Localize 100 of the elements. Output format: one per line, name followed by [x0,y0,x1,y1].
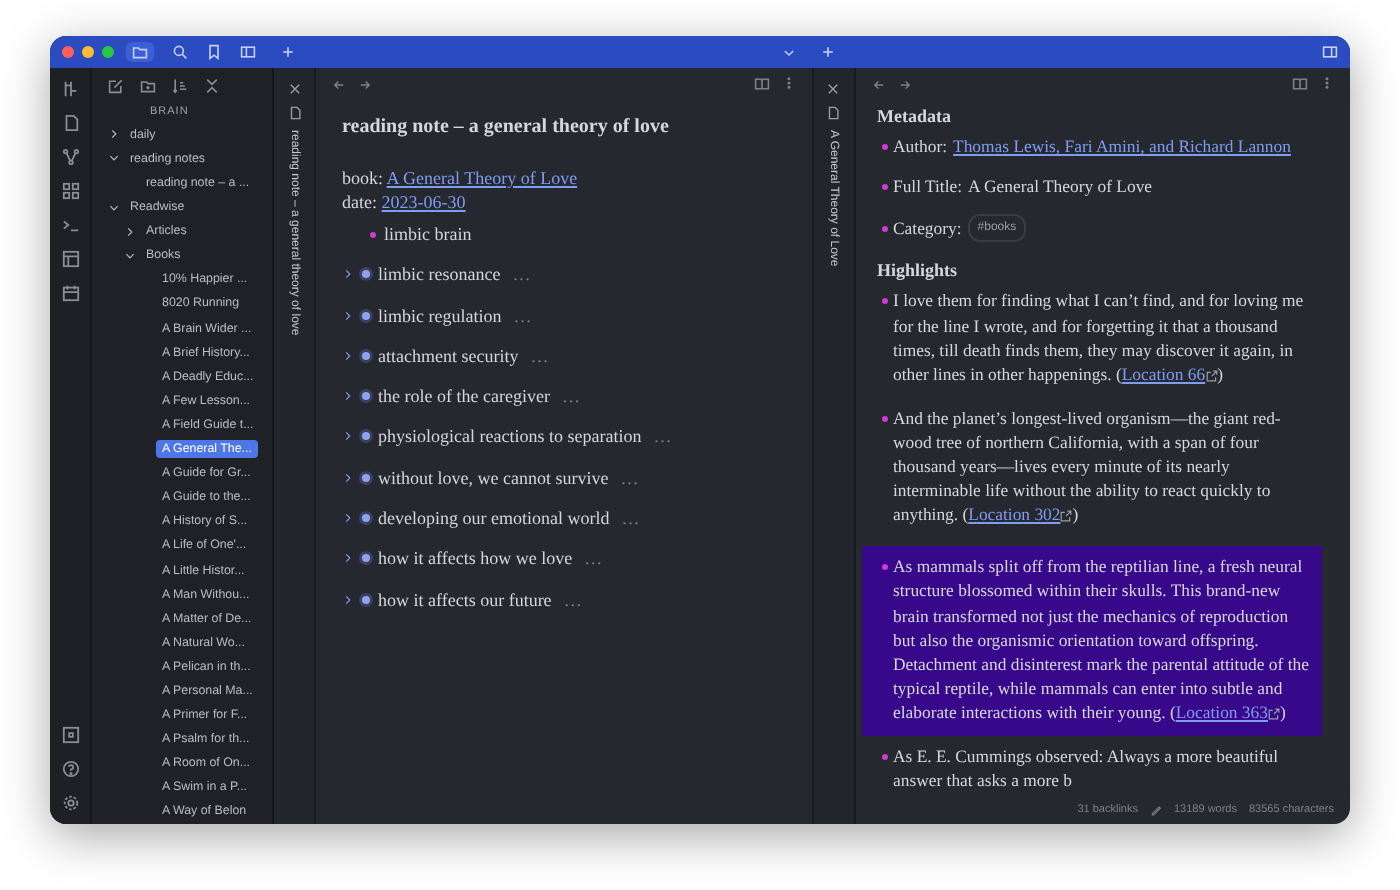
chevron-right-icon[interactable] [342,512,354,525]
property-line: book: A General Theory of Love [342,166,580,190]
bullet-icon[interactable] [362,432,370,441]
outline-item: how it affects our future [378,589,552,610]
new-folder-icon[interactable] [140,78,156,94]
outline-item: developing our emotional world [378,508,610,529]
new-note-icon[interactable] [108,78,124,94]
new-tab-icon[interactable] [280,44,296,60]
outline-item: how it affects how we love [378,548,573,569]
template-icon[interactable] [61,250,79,268]
bullet-icon[interactable] [370,231,376,237]
chevron-down-icon[interactable] [108,201,120,214]
folded-indicator[interactable]: … [561,386,580,407]
chevron-right-icon[interactable] [342,552,354,565]
external-link-icon [1267,707,1280,720]
highlight-text: As E. E. Cummings observed: Always a more beautiful answer that asks a more b [893,743,1281,793]
note-title: reading note – a general theory of love [342,116,671,138]
forward-arrow-icon[interactable] [897,77,911,91]
outline-item: the role of the caregiver [378,386,550,407]
bullet-icon[interactable] [362,270,370,279]
section-heading: Metadata [877,104,953,129]
back-arrow-icon[interactable] [871,77,885,91]
chevron-right-icon[interactable] [108,128,120,141]
switcher-icon[interactable] [61,80,79,98]
folded-indicator[interactable]: … [584,548,603,569]
sort-icon[interactable] [172,78,188,94]
outline-item: limbic brain [384,224,472,244]
bullet-icon[interactable] [362,311,370,320]
outline-item: attachment security [378,345,519,366]
property-link[interactable]: A General Theory of Love [386,168,578,188]
folded-indicator[interactable]: … [621,508,640,529]
book-icon[interactable] [753,76,769,92]
chevron-down-icon[interactable] [782,45,796,59]
bullet-icon [881,183,887,190]
highlight-text: I love them for finding what I can’t find, and for loving me for the line I wrote, and for forgetting it that a thousand times, till death finds them, they may discover it again, in other lines in other happenings. (Location 66 ) [893,288,1306,386]
pencil-icon[interactable] [1150,804,1162,816]
graph-icon[interactable] [61,148,79,166]
metadata-label: Category: [893,216,962,241]
help-icon[interactable] [61,760,79,778]
chevron-right-icon[interactable] [124,225,136,238]
sidebar-layout-icon[interactable] [240,44,256,60]
author-link[interactable]: Thomas Lewis, Fari Amini, and Richard Lannon [953,134,1291,159]
zoom-window-button[interactable] [102,46,114,58]
location-link[interactable]: Location 302 [968,504,1061,525]
chevron-right-icon[interactable] [342,309,354,322]
folder-icon [132,44,148,60]
bullet-icon [881,753,887,760]
forward-arrow-icon[interactable] [358,77,372,91]
chevron-right-icon[interactable] [342,268,354,281]
vault-icon[interactable] [61,726,79,744]
bullet-icon [881,143,887,150]
property-link[interactable]: 2023-06-30 [381,192,466,212]
bullet-icon[interactable] [362,473,370,482]
close-icon[interactable] [826,82,840,96]
folded-indicator[interactable]: … [530,345,549,366]
settings-icon[interactable] [61,794,79,812]
bullet-icon[interactable] [362,514,370,523]
folded-indicator[interactable]: … [653,426,672,447]
bullet-icon[interactable] [362,554,370,563]
close-icon[interactable] [287,82,301,96]
bullet-icon[interactable] [362,595,370,604]
file-icon [826,106,840,120]
chevron-right-icon[interactable] [342,593,354,606]
files-tab[interactable] [126,42,154,62]
location-link[interactable]: Location 363 [1175,701,1268,722]
terminal-icon[interactable] [61,216,79,234]
chevron-right-icon[interactable] [342,471,354,484]
outline-item: limbic resonance [378,264,501,285]
bookmark-icon[interactable] [206,44,222,60]
minimize-window-button[interactable] [82,46,94,58]
bullet-icon[interactable] [362,392,370,401]
external-link-icon [1060,510,1073,523]
bullet-icon [881,564,887,571]
book-icon[interactable] [1292,76,1308,92]
folded-indicator[interactable]: … [513,305,532,326]
new-tab-icon[interactable] [820,44,836,60]
bullet-icon [881,415,887,422]
metadata-value: A General Theory of Love [968,174,1153,199]
property-line: date: 2023-06-30 [342,190,468,214]
location-link[interactable]: Location 66 [1121,363,1206,384]
grid-icon[interactable] [61,182,79,200]
collapse-icon[interactable] [204,78,220,94]
folded-indicator[interactable]: … [512,264,531,285]
search-icon[interactable] [172,44,188,60]
sidebar-layout-icon[interactable] [1322,44,1338,60]
folded-indicator[interactable]: … [620,467,639,488]
metadata-label: Author: [893,134,948,159]
calendar-icon[interactable] [61,284,79,302]
chevron-down-icon[interactable] [124,249,136,262]
more-icon[interactable] [1320,76,1334,90]
outline-item: physiological reactions to separation [378,426,642,447]
back-arrow-icon[interactable] [332,77,346,91]
highlight-text: As mammals split off from the reptilian line, a fresh neural structure blossomed within their skulls. This brand-new brain transformed not just the mechanics of reproduction but also the organismic orientation toward offspring. Detachment and disinterest mark the parental attitude of the typical reptile, while mammals can enter into subtle and elaborate interactions with their young. (Location 363 ) [893,554,1310,724]
chevron-right-icon[interactable] [342,349,354,362]
bullet-icon[interactable] [362,351,370,360]
chevron-down-icon[interactable] [108,152,120,165]
file-icon[interactable] [61,114,79,132]
chevron-right-icon[interactable] [342,430,354,443]
folded-indicator[interactable]: … [563,589,582,610]
chevron-right-icon[interactable] [342,390,354,403]
